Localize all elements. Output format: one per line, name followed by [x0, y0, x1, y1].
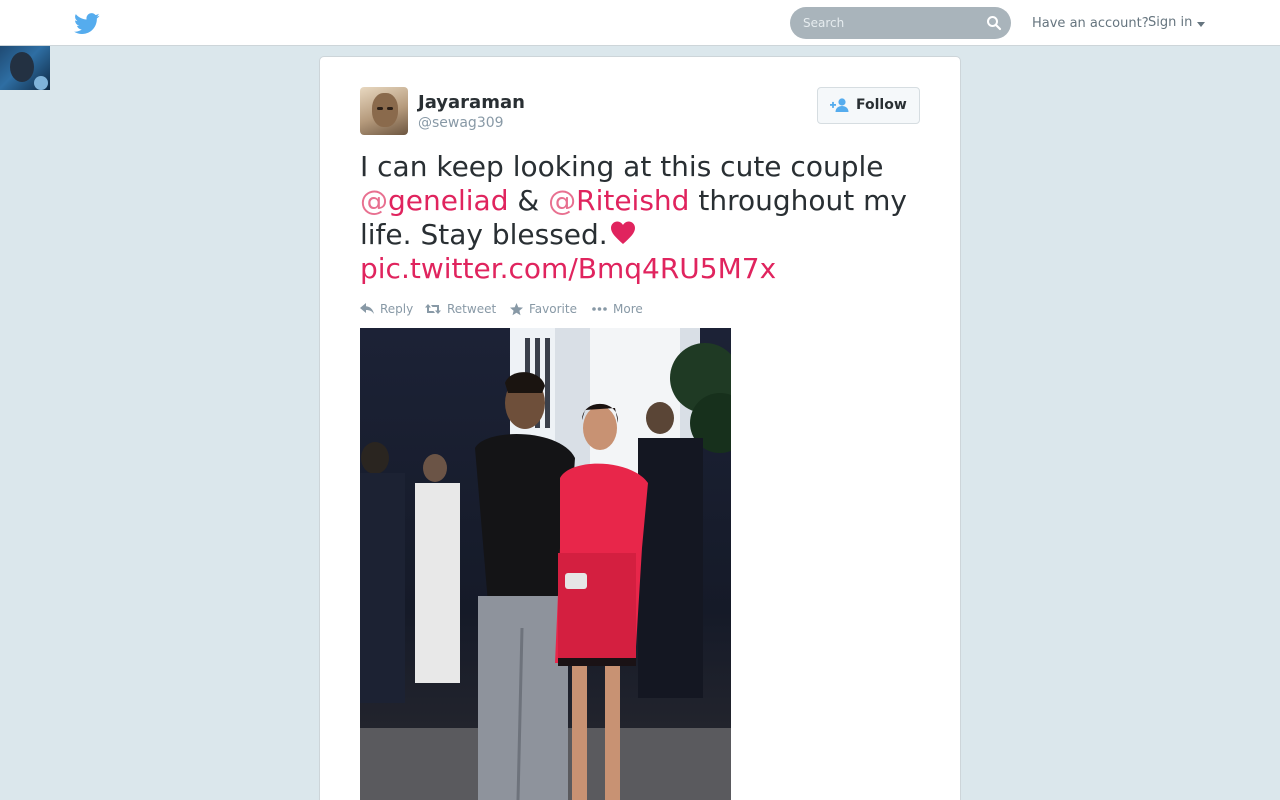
favorite-action[interactable]: Favorite [510, 302, 577, 316]
chevron-down-icon[interactable] [1197, 22, 1205, 27]
display-name[interactable]: Jayaraman [418, 92, 525, 113]
retweet-icon [425, 304, 441, 314]
sign-in-link[interactable]: Sign in [1148, 15, 1192, 30]
mention-link-geneliad[interactable]: @geneliad [360, 184, 508, 217]
retweet-action[interactable]: Retweet [425, 302, 496, 316]
twitter-bird-logo-icon[interactable] [74, 13, 100, 35]
reply-action[interactable]: Reply [360, 302, 413, 316]
avatar[interactable] [360, 87, 408, 135]
reply-label[interactable]: Reply [380, 302, 413, 316]
tweet-photo-image [360, 328, 731, 800]
mention-link-riteishd[interactable]: @Riteishd [548, 184, 689, 217]
tweet-photo[interactable] [360, 328, 731, 800]
more-dots-icon [592, 307, 607, 311]
search-icon[interactable] [986, 15, 1002, 31]
tweet-text: I can keep looking at this cute couple @… [360, 150, 930, 286]
pic-twitter-link[interactable]: pic.twitter.com/Bmq4RU5M7x [360, 252, 776, 285]
reply-icon [360, 303, 374, 314]
add-user-icon [830, 98, 849, 112]
follow-button-label[interactable]: Follow [856, 97, 907, 113]
tweet-text-part: & [508, 184, 549, 217]
more-label[interactable]: More [613, 302, 643, 316]
have-account-text: Have an account? [1032, 16, 1149, 31]
background-profile-thumbnail [0, 46, 50, 90]
heart-emoji-icon [610, 221, 635, 244]
user-handle[interactable]: @sewag309 [418, 115, 504, 131]
more-action[interactable]: More [592, 302, 643, 316]
retweet-label[interactable]: Retweet [447, 302, 496, 316]
star-icon [510, 302, 523, 315]
favorite-label[interactable]: Favorite [529, 302, 577, 316]
search-input[interactable] [790, 7, 980, 39]
tweet-text-part: I can keep looking at this cute couple [360, 150, 884, 183]
search-box[interactable] [790, 7, 1011, 39]
